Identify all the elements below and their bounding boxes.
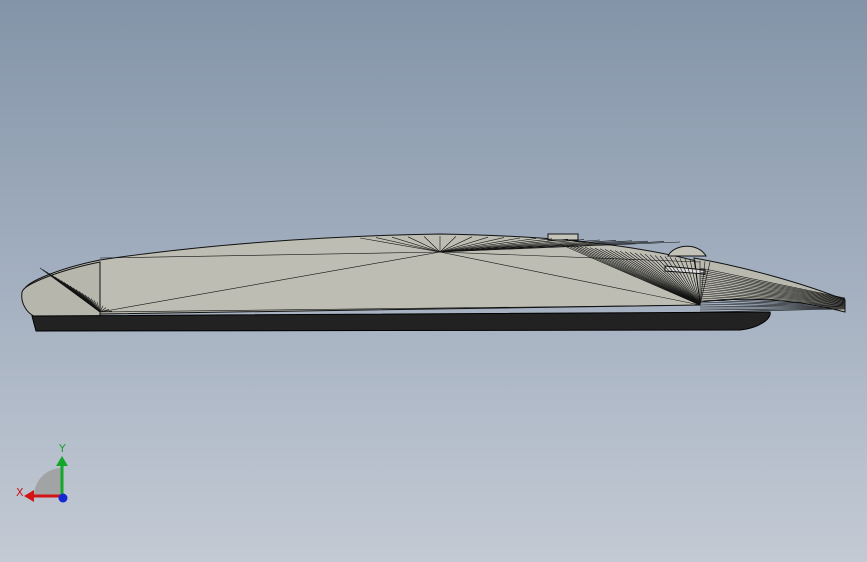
top-tab (547, 233, 579, 241)
graphics-viewport[interactable]: Y X (0, 0, 867, 562)
xy-plane-quadrant (34, 468, 62, 496)
wireframe-part-model[interactable] (0, 0, 867, 562)
y-axis-label: Y (59, 442, 66, 455)
part-body-face (23, 233, 701, 315)
z-axis-dot (58, 493, 68, 503)
y-axis-arrowhead (56, 456, 68, 466)
base-strip (31, 311, 771, 332)
x-axis-label: X (16, 486, 24, 499)
boss-bump (667, 245, 707, 257)
x-axis-arrowhead (24, 490, 34, 502)
